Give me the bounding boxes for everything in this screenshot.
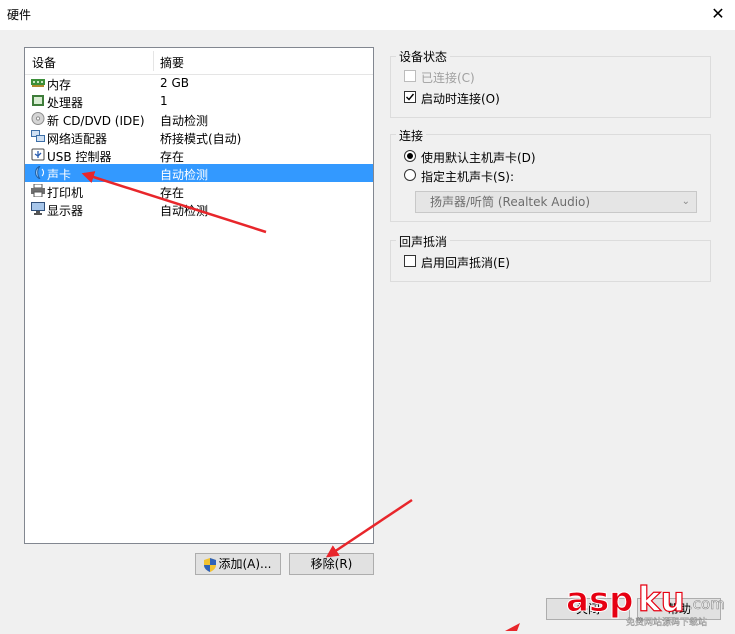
device-name: 显示器 [47,204,84,218]
device-name: 新 CD/DVD (IDE) [47,114,145,128]
connected-checkbox[interactable] [404,70,416,82]
svg-text:.com: .com [688,595,725,613]
connect-at-power-on-label: 启动时连接(O) [421,92,500,106]
device-summary: 自动检测 [160,204,209,218]
echo-cancellation-label: 回声抵消 [396,233,451,250]
list-item-display[interactable]: 显示器 自动检测 [25,200,373,218]
connection-label: 连接 [396,127,427,144]
device-summary: 自动检测 [160,168,209,182]
svg-text:免费网站源码下载站: 免费网站源码下载站 [626,616,707,628]
device-name: 网络适配器 [47,132,108,146]
memory-icon [31,79,45,87]
add-button-label: 添加(A)... [218,557,272,571]
checkmark-icon [406,93,415,101]
host-sound-card-value: 扬声器/听筒 (Realtek Audio) [430,195,591,209]
network-adapter-icon [31,130,45,142]
specify-sound-card-label: 指定主机声卡(S): [421,170,515,184]
list-item-memory[interactable]: 内存 2 GB [25,74,373,92]
device-summary: 桥接模式(自动) [160,132,242,146]
list-item-usb-controller[interactable]: USB 控制器 存在 [25,146,373,164]
device-summary: 2 GB [160,76,189,90]
remove-button[interactable]: 移除(R) [289,553,374,575]
connected-label: 已连接(C) [421,71,475,85]
list-item-sound-card[interactable]: 声卡 自动检测 [25,164,373,182]
add-button[interactable]: 添加(A)... [195,553,281,575]
host-sound-card-select[interactable]: 扬声器/听筒 (Realtek Audio) ⌄ [415,191,697,213]
enable-echo-cancellation-label: 启用回声抵消(E) [421,256,510,270]
window-title: 硬件 [7,8,32,22]
usb-icon [31,148,45,161]
watermark-logo: asp ku .com 免费网站源码下载站 [566,579,726,628]
list-item-processor[interactable]: 处理器 1 [25,92,373,110]
list-item-network-adapter[interactable]: 网络适配器 桥接模式(自动) [25,128,373,146]
shield-icon [204,557,217,572]
column-header-device[interactable]: 设备 [32,54,56,71]
chevron-down-icon: ⌄ [681,196,690,207]
column-header-summary[interactable]: 摘要 [160,54,184,71]
device-summary: 自动检测 [160,114,209,128]
svg-text:asp: asp [566,580,634,620]
device-name: USB 控制器 [47,150,112,164]
display-icon [31,202,45,215]
close-icon[interactable]: ✕ [701,0,735,30]
sound-card-icon [35,166,44,179]
title-bar: 硬件 ✕ [0,0,735,30]
use-default-sound-card-label: 使用默认主机声卡(D) [421,151,536,165]
device-summary: 存在 [160,150,185,164]
svg-text:ku: ku [638,580,685,620]
device-list-header: 设备 摘要 [25,48,373,75]
printer-icon [31,184,45,197]
device-summary: 1 [160,94,168,108]
device-status-group [390,56,711,118]
device-name: 打印机 [47,186,84,200]
device-name: 声卡 [47,168,72,182]
device-list[interactable]: 设备 摘要 内存 2 GB 处理器 1 新 CD/DVD (IDE) 自动检测 … [24,47,374,544]
device-name: 内存 [47,78,72,92]
list-item-printer[interactable]: 打印机 存在 [25,182,373,200]
list-item-cd-dvd[interactable]: 新 CD/DVD (IDE) 自动检测 [25,110,373,128]
device-name: 处理器 [47,96,84,110]
device-summary: 存在 [160,186,185,200]
aspku-watermark: asp ku .com 免费网站源码下载站 [560,573,735,631]
use-default-sound-card-radio[interactable] [404,150,416,162]
cd-dvd-icon [31,112,45,125]
remove-button-label: 移除(R) [310,557,353,571]
enable-echo-cancellation-checkbox[interactable] [404,255,416,267]
connect-at-power-on-checkbox[interactable] [404,91,416,103]
device-status-label: 设备状态 [396,48,451,65]
column-separator[interactable] [153,51,154,71]
processor-icon [32,95,44,106]
specify-sound-card-radio[interactable] [404,169,416,181]
